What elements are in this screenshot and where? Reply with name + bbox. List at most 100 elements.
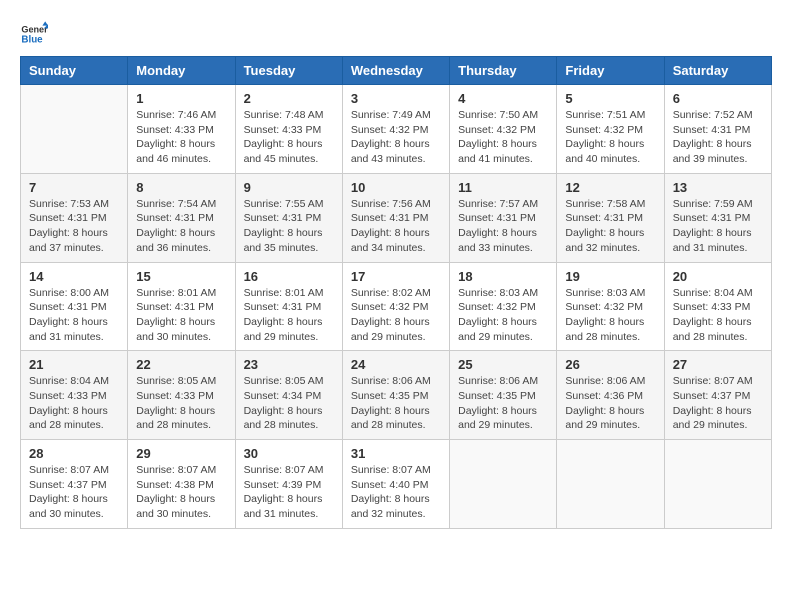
calendar-table: SundayMondayTuesdayWednesdayThursdayFrid…	[20, 56, 772, 529]
calendar-cell: 26 Sunrise: 8:06 AMSunset: 4:36 PMDayligh…	[557, 351, 664, 440]
day-number: 21	[29, 357, 119, 372]
day-number: 9	[244, 180, 334, 195]
day-info: Sunrise: 7:48 AMSunset: 4:33 PMDaylight:…	[244, 108, 334, 167]
day-number: 20	[673, 269, 763, 284]
calendar-cell: 16Sunrise: 8:01 AMSunset: 4:31 PMDayligh…	[235, 262, 342, 351]
general-blue-icon: General Blue	[20, 20, 48, 48]
day-number: 23	[244, 357, 334, 372]
calendar-cell: 4 Sunrise: 7:50 AMSunset: 4:32 PMDaylight…	[450, 85, 557, 174]
day-info: Sunrise: 8:04 AMSunset: 4:33 PMDaylight:…	[29, 374, 119, 433]
header: General Blue	[20, 20, 772, 48]
svg-text:General: General	[21, 25, 48, 35]
calendar-body: 1 Sunrise: 7:46 AMSunset: 4:33 PMDaylight…	[21, 85, 772, 529]
day-info: Sunrise: 8:06 AMSunset: 4:35 PMDaylight:…	[351, 374, 441, 433]
day-info: Sunrise: 7:49 AMSunset: 4:32 PMDaylight:…	[351, 108, 441, 167]
day-number: 31	[351, 446, 441, 461]
calendar-cell	[664, 440, 771, 529]
day-number: 2	[244, 91, 334, 106]
calendar-cell: 23 Sunrise: 8:05 AMSunset: 4:34 PMDayligh…	[235, 351, 342, 440]
day-number: 8	[136, 180, 226, 195]
day-number: 18	[458, 269, 548, 284]
calendar-week-4: 21 Sunrise: 8:04 AMSunset: 4:33 PMDayligh…	[21, 351, 772, 440]
day-info: Sunrise: 8:00 AMSunset: 4:31 PMDaylight:…	[29, 286, 119, 345]
calendar-cell: 19Sunrise: 8:03 AMSunset: 4:32 PMDayligh…	[557, 262, 664, 351]
day-number: 1	[136, 91, 226, 106]
day-number: 14	[29, 269, 119, 284]
calendar-cell: 20 Sunrise: 8:04 AMSunset: 4:33 PMDayligh…	[664, 262, 771, 351]
calendar-cell: 25 Sunrise: 8:06 AMSunset: 4:35 PMDayligh…	[450, 351, 557, 440]
day-number: 15	[136, 269, 226, 284]
calendar-cell: 18 Sunrise: 8:03 AMSunset: 4:32 PMDayligh…	[450, 262, 557, 351]
day-info: Sunrise: 8:01 AMSunset: 4:31 PMDaylight:…	[136, 286, 226, 345]
day-info: Sunrise: 8:06 AMSunset: 4:36 PMDaylight:…	[565, 374, 655, 433]
day-info: Sunrise: 7:53 AMSunset: 4:31 PMDaylight:…	[29, 197, 119, 256]
day-number: 22	[136, 357, 226, 372]
calendar-cell: 27Sunrise: 8:07 AMSunset: 4:37 PMDayligh…	[664, 351, 771, 440]
weekday-header-monday: Monday	[128, 57, 235, 85]
calendar-cell: 2 Sunrise: 7:48 AMSunset: 4:33 PMDaylight…	[235, 85, 342, 174]
calendar-cell: 7 Sunrise: 7:53 AMSunset: 4:31 PMDaylight…	[21, 173, 128, 262]
calendar-week-5: 28Sunrise: 8:07 AMSunset: 4:37 PMDayligh…	[21, 440, 772, 529]
day-number: 6	[673, 91, 763, 106]
calendar-cell	[21, 85, 128, 174]
calendar-cell: 17Sunrise: 8:02 AMSunset: 4:32 PMDayligh…	[342, 262, 449, 351]
calendar-cell: 3 Sunrise: 7:49 AMSunset: 4:32 PMDaylight…	[342, 85, 449, 174]
calendar-header: SundayMondayTuesdayWednesdayThursdayFrid…	[21, 57, 772, 85]
day-number: 10	[351, 180, 441, 195]
weekday-header-saturday: Saturday	[664, 57, 771, 85]
day-number: 7	[29, 180, 119, 195]
day-number: 28	[29, 446, 119, 461]
day-info: Sunrise: 7:51 AMSunset: 4:32 PMDaylight:…	[565, 108, 655, 167]
calendar-cell: 6 Sunrise: 7:52 AMSunset: 4:31 PMDaylight…	[664, 85, 771, 174]
day-info: Sunrise: 7:52 AMSunset: 4:31 PMDaylight:…	[673, 108, 763, 167]
day-number: 11	[458, 180, 548, 195]
day-number: 12	[565, 180, 655, 195]
weekday-header-wednesday: Wednesday	[342, 57, 449, 85]
weekday-header-sunday: Sunday	[21, 57, 128, 85]
day-number: 25	[458, 357, 548, 372]
day-number: 16	[244, 269, 334, 284]
day-info: Sunrise: 8:04 AMSunset: 4:33 PMDaylight:…	[673, 286, 763, 345]
day-info: Sunrise: 7:50 AMSunset: 4:32 PMDaylight:…	[458, 108, 548, 167]
calendar-cell: 1 Sunrise: 7:46 AMSunset: 4:33 PMDaylight…	[128, 85, 235, 174]
day-info: Sunrise: 8:07 AMSunset: 4:40 PMDaylight:…	[351, 463, 441, 522]
calendar-cell: 10Sunrise: 7:56 AMSunset: 4:31 PMDayligh…	[342, 173, 449, 262]
calendar-cell: 21 Sunrise: 8:04 AMSunset: 4:33 PMDayligh…	[21, 351, 128, 440]
day-number: 26	[565, 357, 655, 372]
calendar-cell: 24 Sunrise: 8:06 AMSunset: 4:35 PMDayligh…	[342, 351, 449, 440]
day-info: Sunrise: 8:05 AMSunset: 4:33 PMDaylight:…	[136, 374, 226, 433]
logo: General Blue	[20, 20, 52, 48]
calendar-cell: 28Sunrise: 8:07 AMSunset: 4:37 PMDayligh…	[21, 440, 128, 529]
day-info: Sunrise: 8:05 AMSunset: 4:34 PMDaylight:…	[244, 374, 334, 433]
weekday-header-row: SundayMondayTuesdayWednesdayThursdayFrid…	[21, 57, 772, 85]
day-number: 5	[565, 91, 655, 106]
day-number: 30	[244, 446, 334, 461]
day-info: Sunrise: 7:46 AMSunset: 4:33 PMDaylight:…	[136, 108, 226, 167]
day-info: Sunrise: 8:06 AMSunset: 4:35 PMDaylight:…	[458, 374, 548, 433]
calendar-cell: 13Sunrise: 7:59 AMSunset: 4:31 PMDayligh…	[664, 173, 771, 262]
calendar-cell: 5 Sunrise: 7:51 AMSunset: 4:32 PMDaylight…	[557, 85, 664, 174]
day-info: Sunrise: 8:07 AMSunset: 4:38 PMDaylight:…	[136, 463, 226, 522]
day-info: Sunrise: 7:59 AMSunset: 4:31 PMDaylight:…	[673, 197, 763, 256]
weekday-header-thursday: Thursday	[450, 57, 557, 85]
calendar-cell: 22 Sunrise: 8:05 AMSunset: 4:33 PMDayligh…	[128, 351, 235, 440]
day-number: 17	[351, 269, 441, 284]
calendar-cell: 14 Sunrise: 8:00 AMSunset: 4:31 PMDayligh…	[21, 262, 128, 351]
day-info: Sunrise: 8:07 AMSunset: 4:39 PMDaylight:…	[244, 463, 334, 522]
day-number: 3	[351, 91, 441, 106]
calendar-cell: 30 Sunrise: 8:07 AMSunset: 4:39 PMDayligh…	[235, 440, 342, 529]
calendar-cell: 9 Sunrise: 7:55 AMSunset: 4:31 PMDaylight…	[235, 173, 342, 262]
calendar-cell	[557, 440, 664, 529]
day-info: Sunrise: 7:55 AMSunset: 4:31 PMDaylight:…	[244, 197, 334, 256]
day-number: 19	[565, 269, 655, 284]
calendar-cell: 11 Sunrise: 7:57 AMSunset: 4:31 PMDayligh…	[450, 173, 557, 262]
day-info: Sunrise: 7:57 AMSunset: 4:31 PMDaylight:…	[458, 197, 548, 256]
day-info: Sunrise: 7:58 AMSunset: 4:31 PMDaylight:…	[565, 197, 655, 256]
day-info: Sunrise: 8:03 AMSunset: 4:32 PMDaylight:…	[458, 286, 548, 345]
calendar-cell: 31 Sunrise: 8:07 AMSunset: 4:40 PMDayligh…	[342, 440, 449, 529]
day-number: 24	[351, 357, 441, 372]
calendar-week-3: 14 Sunrise: 8:00 AMSunset: 4:31 PMDayligh…	[21, 262, 772, 351]
day-number: 4	[458, 91, 548, 106]
calendar-cell	[450, 440, 557, 529]
day-number: 27	[673, 357, 763, 372]
